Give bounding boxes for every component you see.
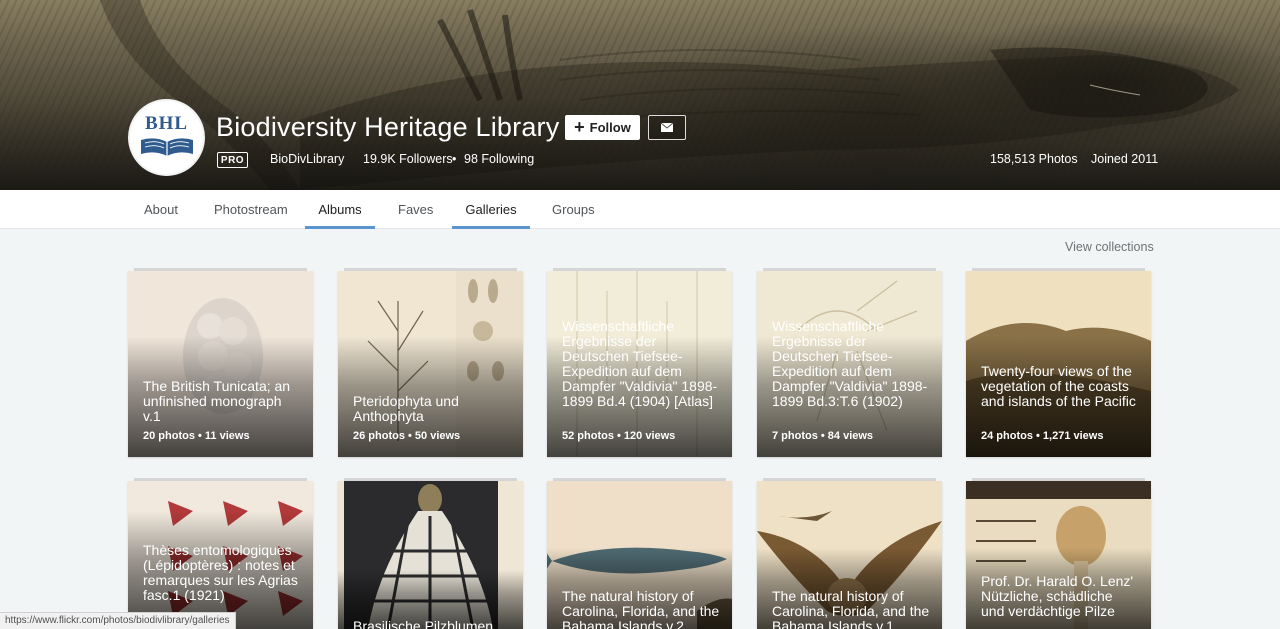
- album-title: Prof. Dr. Harald O. Lenz' Nützliche, sch…: [981, 573, 1134, 619]
- album-stats: 26 photos • 50 views: [353, 430, 461, 442]
- album-card[interactable]: The natural history of Carolina, Florida…: [757, 481, 942, 629]
- album-card[interactable]: The British Tunicata; an unfinished mono…: [128, 271, 313, 457]
- book-icon: [140, 137, 193, 156]
- mail-icon: [661, 123, 673, 132]
- album-title: Pteridophyta und Anthophyta: [353, 393, 459, 424]
- plus-icon: +: [574, 116, 585, 137]
- album-title: Twenty-four views of the vegetation of t…: [981, 363, 1136, 409]
- album-title: Wissenschaftliche Ergebnisse der Deutsch…: [562, 318, 718, 409]
- album-card[interactable]: Twenty-four views of the vegetation of t…: [966, 271, 1151, 457]
- album-card[interactable]: Brasilische Pilzblumen: [338, 481, 523, 629]
- album-title: The British Tunicata; an unfinished mono…: [143, 378, 291, 424]
- view-collections-link[interactable]: View collections: [1065, 240, 1154, 254]
- album-card[interactable]: Thèses entomologiques (Lépidoptères) : n…: [128, 481, 313, 629]
- album-title: Thèses entomologiques (Lépidoptères) : n…: [143, 542, 298, 603]
- profile-nav: About Photostream Albums Faves Galleries…: [0, 190, 1280, 229]
- follow-button[interactable]: + Follow: [565, 115, 640, 140]
- tab-photostream[interactable]: Photostream: [199, 190, 303, 229]
- status-bar-url: https://www.flickr.com/photos/biodivlibr…: [0, 612, 236, 629]
- album-title: The natural history of Carolina, Florida…: [562, 588, 720, 629]
- album-card[interactable]: Pteridophyta und Anthophyta 26 photos • …: [338, 271, 523, 457]
- followers-link[interactable]: 19.9K Followers: [363, 152, 453, 166]
- profile-name: Biodiversity Heritage Library: [216, 112, 560, 142]
- tab-galleries[interactable]: Galleries: [452, 190, 530, 229]
- message-button[interactable]: [648, 115, 686, 140]
- tab-about[interactable]: About: [129, 190, 193, 229]
- album-card[interactable]: The natural history of Carolina, Florida…: [547, 481, 732, 629]
- tab-faves[interactable]: Faves: [383, 190, 448, 229]
- album-title: Brasilische Pilzblumen: [353, 618, 494, 629]
- album-title: Wissenschaftliche Ergebnisse der Deutsch…: [772, 318, 928, 409]
- album-card[interactable]: Wissenschaftliche Ergebnisse der Deutsch…: [757, 271, 942, 457]
- follow-label: Follow: [589, 120, 631, 135]
- album-card[interactable]: Wissenschaftliche Ergebnisse der Deutsch…: [547, 271, 732, 457]
- joined-date: Joined 2011: [1091, 152, 1159, 166]
- avatar[interactable]: BHL: [128, 99, 205, 176]
- avatar-logo-text: BHL: [144, 112, 189, 134]
- album-title: The natural history of Carolina, Florida…: [772, 588, 930, 629]
- photos-count: 158,513 Photos: [990, 152, 1078, 166]
- album-card[interactable]: Prof. Dr. Harald O. Lenz' Nützliche, sch…: [966, 481, 1151, 629]
- album-stats: 20 photos • 11 views: [143, 430, 250, 442]
- album-stats: 24 photos • 1,271 views: [981, 430, 1104, 442]
- following-link[interactable]: 98 Following: [464, 152, 534, 166]
- album-stats: 7 photos • 84 views: [772, 430, 874, 442]
- tab-albums[interactable]: Albums: [305, 190, 375, 229]
- meta-separator: •: [452, 152, 457, 166]
- album-stats: 52 photos • 120 views: [562, 430, 676, 442]
- pro-badge: PRO: [217, 152, 248, 168]
- tab-groups[interactable]: Groups: [537, 190, 610, 229]
- username: BioDivLibrary: [270, 152, 345, 166]
